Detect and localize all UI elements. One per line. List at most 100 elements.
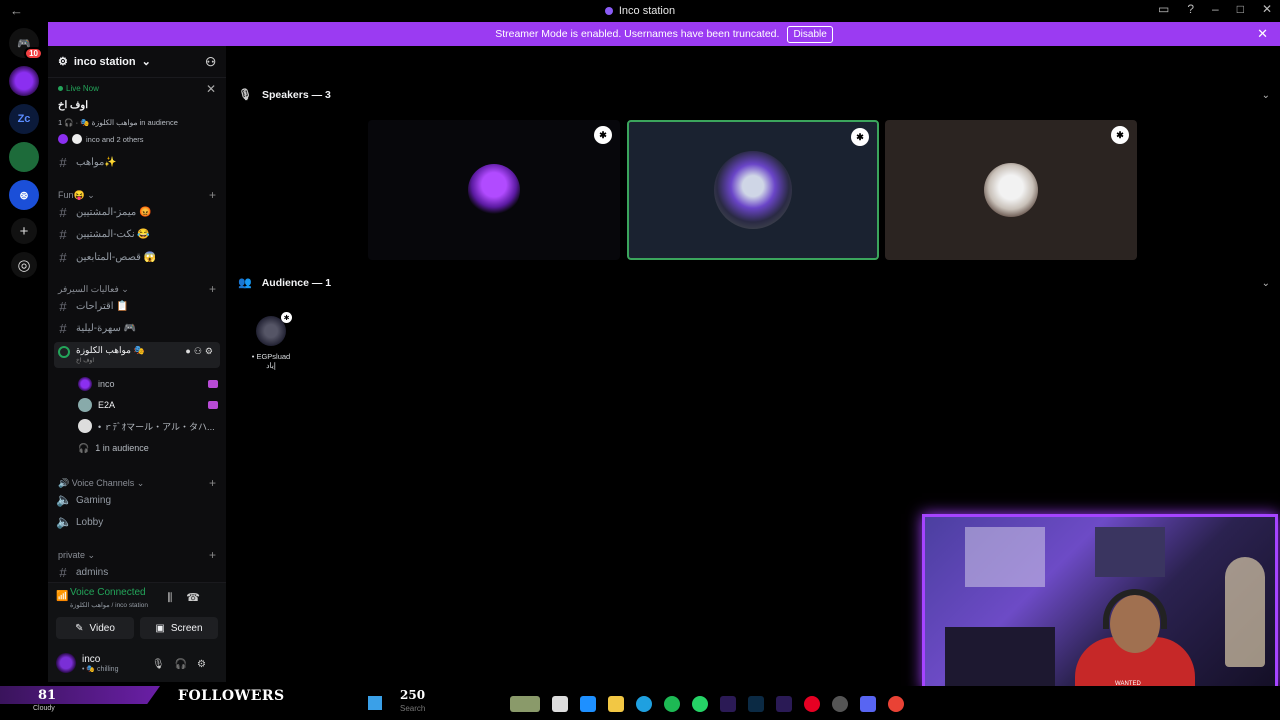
member-third[interactable]: • ｒﾃﾞｵマール・アル・タハ...	[78, 416, 218, 436]
channel-fun-1[interactable]: # ميمز-المشتيين 😡	[56, 202, 220, 222]
followers-label: FOLLOWERS	[178, 688, 285, 704]
file-icon[interactable]	[552, 696, 568, 712]
server-globe[interactable]: ⊛	[9, 180, 39, 210]
add-channel-icon[interactable]: +	[209, 476, 216, 490]
speaker-tile[interactable]: ✱	[885, 120, 1137, 260]
avatar	[72, 134, 82, 144]
signal-icon[interactable]: 📶	[56, 591, 68, 602]
screen-button[interactable]: ▣ Screen	[140, 617, 218, 639]
category-voice[interactable]: 🔊 Voice Channels ⌄ +	[58, 476, 216, 490]
windows-start-icon[interactable]	[368, 696, 382, 710]
user-panel[interactable]: inco • 🎭 chilling	[56, 653, 118, 673]
voice-channel-gaming[interactable]: 🔈 Gaming	[56, 490, 220, 510]
gear-icon[interactable]: ⚙	[205, 346, 216, 356]
explore-button[interactable]: ◎	[11, 252, 37, 278]
video-button[interactable]: ✎ Video	[56, 617, 134, 639]
avatar	[78, 398, 92, 412]
add-channel-icon[interactable]: +	[209, 188, 216, 202]
taskbar-search[interactable]: Search	[400, 704, 425, 713]
headphones-icon: 🎧	[78, 442, 90, 453]
channel-label: Lobby	[76, 516, 104, 528]
pinterest-icon[interactable]	[804, 696, 820, 712]
help-icon[interactable]: ?	[1187, 2, 1194, 16]
soundboard-icon[interactable]: ⫼	[167, 592, 186, 604]
photoshop-icon[interactable]	[748, 696, 764, 712]
collapse-speakers-icon[interactable]: ⌄	[1262, 90, 1270, 101]
server-inco-station[interactable]	[9, 66, 39, 96]
member-inco[interactable]: inco	[78, 374, 218, 394]
store-icon[interactable]	[580, 696, 596, 712]
spotify-icon[interactable]	[664, 696, 680, 712]
disconnect-icon[interactable]: ☎	[186, 592, 214, 604]
server-avatar[interactable]	[9, 142, 39, 172]
add-server-button[interactable]: +	[11, 218, 37, 244]
headphones-icon[interactable]: 🎧	[175, 659, 197, 670]
voice-location[interactable]: مواهب الكلوزة / inco station	[70, 601, 148, 609]
member-e2a[interactable]: E2A	[78, 395, 218, 415]
category-fun[interactable]: Fun😝 ⌄ +	[58, 188, 216, 202]
screen-button-label: Screen	[170, 622, 203, 634]
gear-icon[interactable]: ⚙	[197, 659, 216, 670]
stage-channel-active[interactable]: مواهب الكلوزة 🎭 اوف اخ ●⚇⚙	[54, 342, 220, 368]
audience-count[interactable]: 🎧 1 in audience	[78, 438, 218, 458]
obs-icon[interactable]	[832, 696, 848, 712]
window-title: Inco station	[604, 5, 675, 17]
chevron-down-icon: ⌄	[134, 477, 145, 488]
category-label: Voice Channels	[71, 478, 135, 488]
discord-icon[interactable]	[860, 696, 876, 712]
channel-mawaheb[interactable]: # مواهب✨	[56, 152, 220, 172]
maximize-button[interactable]: □	[1237, 2, 1244, 16]
channel-fun-2[interactable]: # نكت-المشتيين 😂	[56, 224, 220, 244]
folder-icon[interactable]	[608, 696, 624, 712]
mic-icon[interactable]: 🎙	[152, 659, 175, 670]
hash-icon: #	[59, 154, 67, 170]
inbox-icon[interactable]: ▭	[1158, 2, 1169, 16]
speaker-tile[interactable]: ✱	[368, 120, 620, 260]
hash-icon: #	[59, 564, 67, 580]
speaker-tile-active[interactable]: ✱	[627, 120, 879, 260]
channel-label: سهرة-ليلية 🎮	[76, 322, 137, 334]
add-channel-icon[interactable]: +	[209, 548, 216, 562]
channel-label: نكت-المشتيين 😂	[76, 228, 150, 240]
channel-label: مواهب✨	[76, 156, 117, 168]
screen-share-icon: ▣	[155, 622, 165, 634]
chat-icon[interactable]: ●	[185, 346, 193, 356]
direct-messages-button[interactable]: 🎮 10	[9, 28, 43, 60]
voice-status[interactable]: Voice Connected	[70, 587, 146, 598]
channel-events-2[interactable]: # سهرة-ليلية 🎮	[56, 318, 220, 338]
back-arrow-icon[interactable]: ←	[10, 3, 23, 18]
voice-channel-lobby[interactable]: 🔈 Lobby	[56, 512, 220, 532]
chevron-down-icon: ⌄	[84, 189, 95, 200]
live-dot-icon	[58, 86, 63, 91]
channel-fun-3[interactable]: # قصص-المتابعين 😱	[56, 247, 220, 267]
premiere-icon[interactable]	[720, 696, 736, 712]
server-header[interactable]: ⚙ inco station ⌄ ⚇	[48, 46, 226, 78]
channel-admins[interactable]: # admins	[56, 562, 220, 582]
category-private[interactable]: private ⌄ +	[58, 548, 216, 562]
close-window-button[interactable]: ✕	[1262, 2, 1272, 16]
stage-moderator-icon: ✱	[594, 126, 612, 144]
chrome-icon[interactable]	[888, 696, 904, 712]
disable-button[interactable]: Disable	[787, 25, 833, 43]
close-live-icon[interactable]: ✕	[206, 82, 216, 96]
channel-events-1[interactable]: # اقتراحات 📋	[56, 296, 220, 316]
invite-icon[interactable]: ⚇	[194, 346, 205, 356]
edge-icon[interactable]	[636, 696, 652, 712]
whatsapp-icon[interactable]	[692, 696, 708, 712]
voice-connected-panel: 📶 Voice Connected مواهب الكلوزة / inco s…	[48, 582, 226, 682]
live-title[interactable]: اوف اخ	[58, 100, 88, 111]
minimize-button[interactable]: –	[1212, 2, 1219, 16]
channel-label: admins	[76, 566, 109, 578]
invite-icon[interactable]: ⚇	[205, 55, 216, 69]
close-icon[interactable]: ✕	[1257, 26, 1268, 42]
globe-icon: ⊛	[19, 189, 29, 202]
audience-member[interactable]: ✱ • EGPsluad إياد	[246, 312, 296, 370]
collapse-audience-icon[interactable]: ⌄	[1262, 278, 1270, 289]
add-channel-icon[interactable]: +	[209, 282, 216, 296]
category-events[interactable]: فعاليات السيرفر ⌄ +	[58, 282, 216, 296]
widgets-icon[interactable]	[510, 696, 540, 712]
server-zc[interactable]: Zc	[9, 104, 39, 134]
hash-icon: #	[59, 226, 67, 242]
user-controls: 🎙🎧⚙	[152, 659, 216, 670]
after-effects-icon[interactable]	[776, 696, 792, 712]
